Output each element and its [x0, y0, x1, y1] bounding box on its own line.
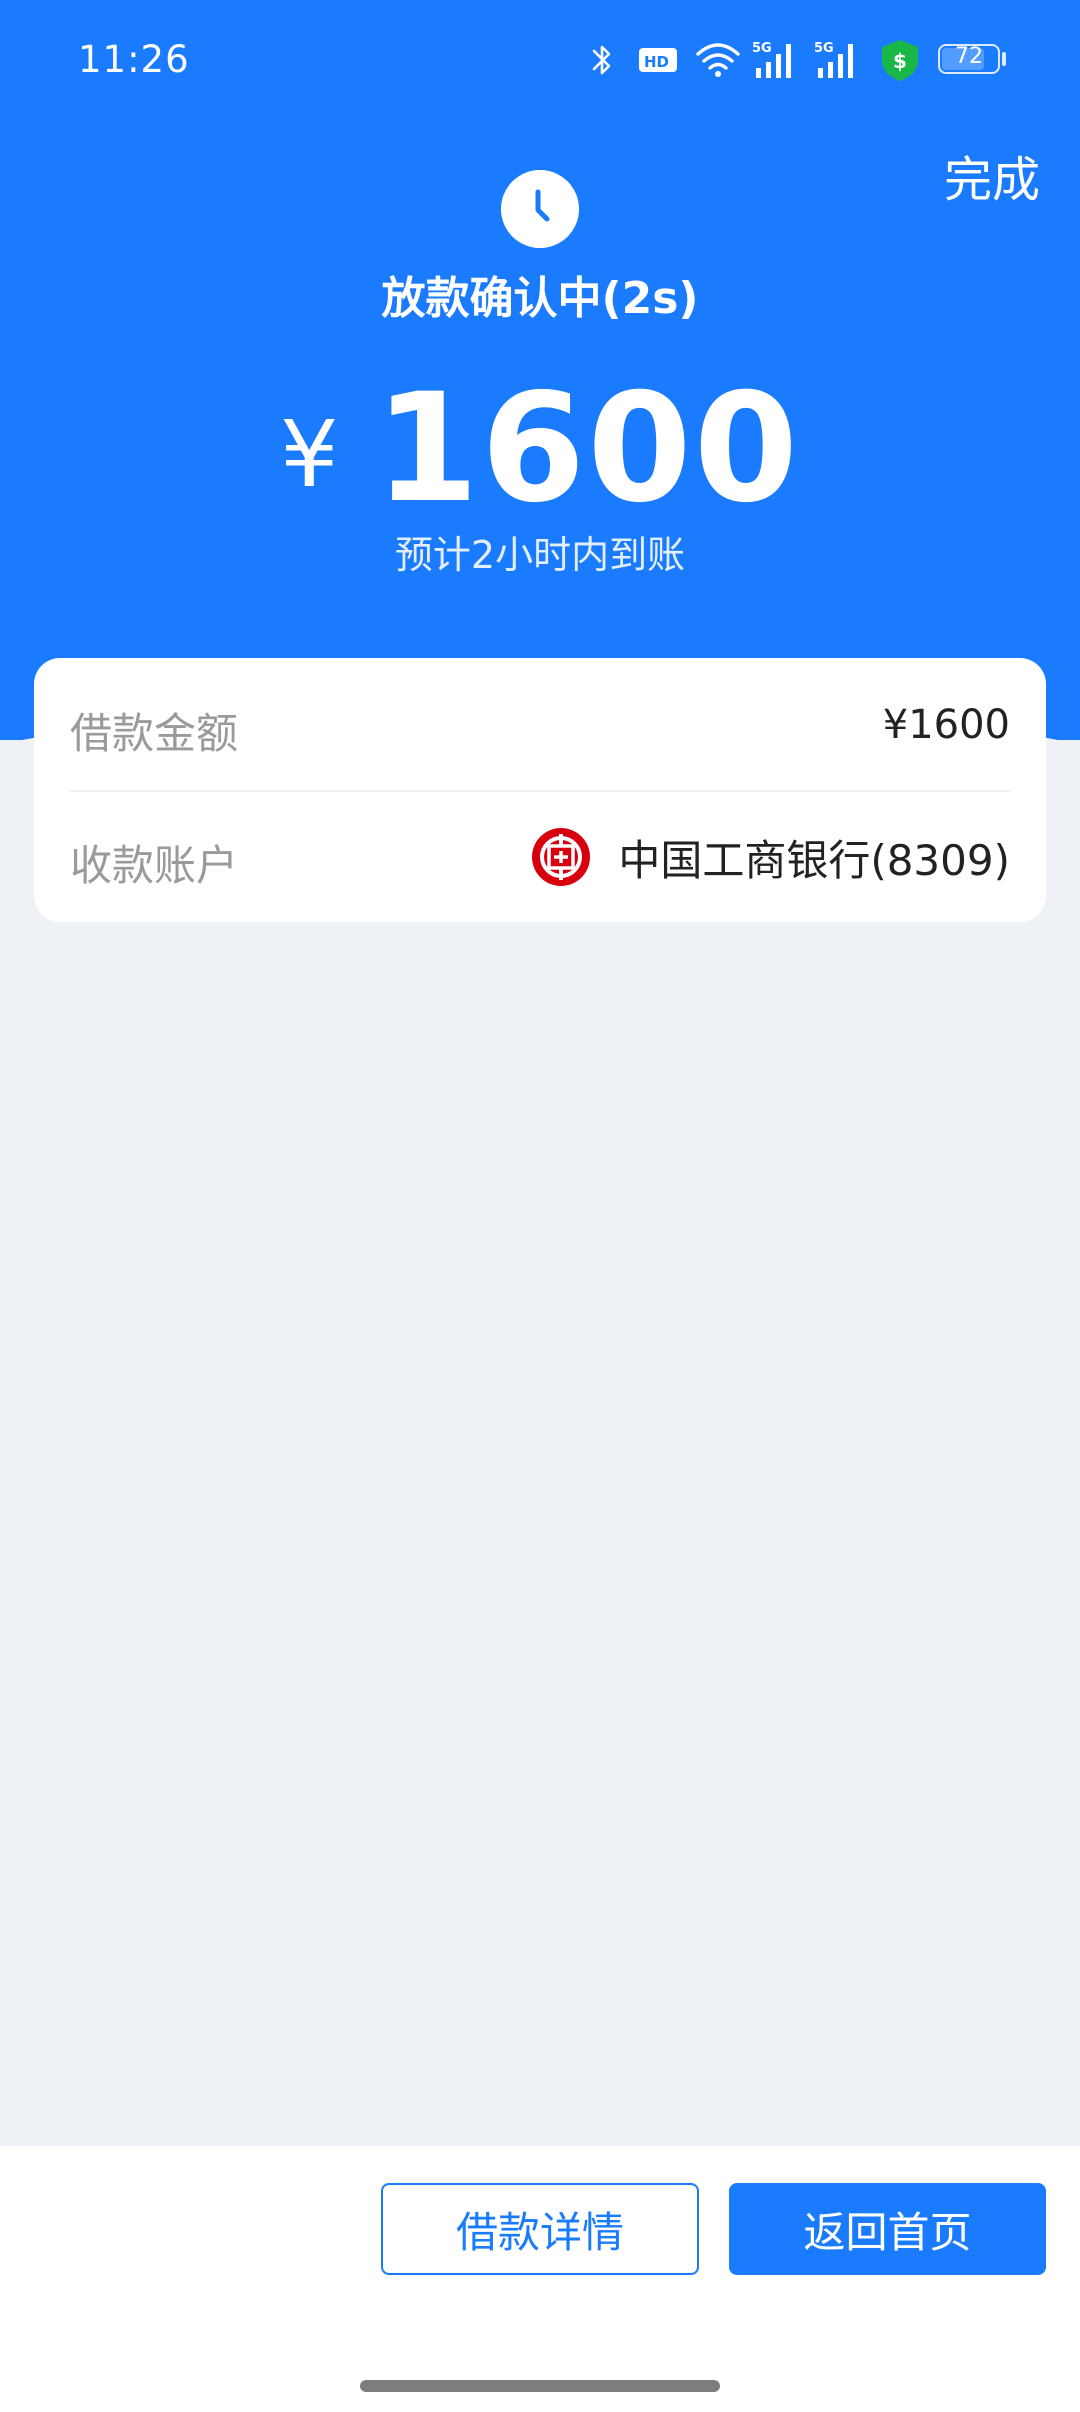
amount-value: 1600 [374, 362, 801, 536]
bank-name: 中国工商银行(8309) [618, 835, 1010, 885]
status-bar: 11:26 HD 5G 5G $ 72 [0, 0, 1080, 120]
signal-5g-icon-2: 5G [814, 41, 853, 78]
bottom-action-bar: 借款详情 返回首页 [0, 2146, 1080, 2412]
battery-cap [1002, 52, 1006, 66]
hd-icon: HD [639, 48, 677, 72]
done-button[interactable]: 完成 [944, 140, 1040, 210]
svg-text:$: $ [893, 49, 907, 73]
security-shield-icon: $ [882, 40, 918, 81]
loan-info-card: 借款金额 ¥1600 收款账户 中国工商银行(8309) [34, 658, 1046, 922]
icbc-logo-icon [532, 828, 591, 886]
loan-disbursement-page: 11:26 HD 5G 5G $ 72 完成 放款确认中(2s) ¥ 1600 … [0, 0, 1080, 2412]
amount-display: ¥1600 [0, 362, 1080, 536]
disbursement-status-title: 放款确认中(2s) [381, 273, 699, 324]
loan-details-button[interactable]: 借款详情 [381, 2183, 699, 2275]
arrival-estimate: 预计2小时内到账 [394, 533, 686, 577]
bank-account: 中国工商银行(8309) [530, 826, 1010, 888]
loan-amount-value: ¥1600 [882, 702, 1010, 748]
clock-icon [501, 170, 579, 248]
bluetooth-icon [592, 45, 611, 75]
wifi-icon [696, 43, 740, 77]
home-indicator[interactable] [360, 2380, 720, 2392]
svg-text:HD: HD [644, 53, 669, 71]
receiving-account-row: 收款账户 中国工商银行(8309) [70, 790, 1010, 922]
receiving-account-label: 收款账户 [70, 841, 239, 890]
loan-amount-row: 借款金额 ¥1600 [70, 658, 1010, 792]
battery-level: 72 [955, 44, 983, 69]
status-time: 11:26 [78, 38, 190, 81]
battery-icon: 72 [938, 44, 1000, 74]
svg-text:5G: 5G [752, 41, 772, 56]
loan-amount-label: 借款金额 [70, 709, 239, 758]
return-home-button[interactable]: 返回首页 [729, 2183, 1046, 2275]
svg-text:5G: 5G [814, 41, 834, 56]
currency-symbol: ¥ [279, 401, 339, 508]
signal-5g-icon: 5G [752, 41, 791, 78]
